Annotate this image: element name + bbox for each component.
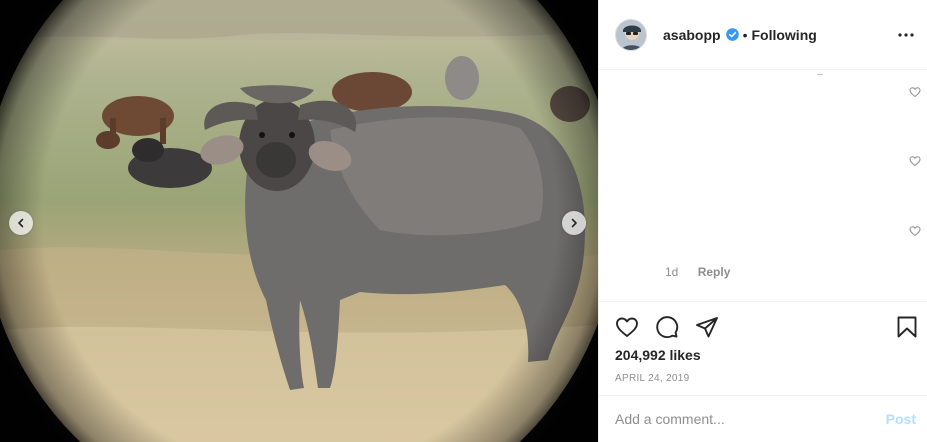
share-button[interactable] (694, 314, 720, 340)
comment-like-icon[interactable] (909, 155, 921, 167)
post-media[interactable] (0, 0, 598, 442)
save-button[interactable] (894, 314, 920, 340)
post-date[interactable]: APRIL 24, 2019 (615, 373, 689, 384)
comment-icon (656, 316, 679, 339)
verified-badge-icon (725, 28, 739, 41)
profile-photo (616, 19, 646, 50)
more-horizontal-icon (898, 33, 914, 37)
comment-like-icon[interactable] (909, 225, 921, 237)
post-comment-button[interactable]: Post (886, 411, 916, 427)
share-icon (696, 317, 718, 338)
avatar[interactable] (615, 18, 647, 51)
comment-button[interactable] (654, 314, 680, 340)
like-button[interactable] (614, 314, 640, 340)
post-actions: 204,992 likes APRIL 24, 2019 (599, 301, 927, 394)
comments-list[interactable]: 1d Reply (599, 71, 927, 300)
chevron-right-icon (571, 218, 577, 228)
comment-meta: 1d Reply (665, 265, 730, 279)
comment-like-icon[interactable] (909, 86, 921, 98)
reply-button[interactable]: Reply (698, 265, 731, 279)
bookmark-icon (897, 316, 917, 338)
username-link[interactable]: asabopp (663, 27, 721, 43)
comment-time: 1d (665, 265, 679, 279)
separator-dot: • (742, 26, 748, 43)
scroll-mark (817, 74, 823, 75)
post-header: asabopp • Following (599, 0, 927, 70)
carousel-prev-button[interactable] (9, 211, 33, 235)
post-photo (0, 0, 598, 442)
post-side-panel: asabopp • Following 1d Reply 204,992 lik… (598, 0, 927, 442)
chevron-left-icon (18, 218, 24, 228)
comment-input[interactable] (615, 411, 886, 427)
add-comment-form: Post (599, 395, 927, 442)
like-count[interactable]: 204,992 likes (615, 347, 701, 363)
following-button[interactable]: Following (751, 27, 816, 43)
carousel-next-button[interactable] (562, 211, 586, 235)
more-options-button[interactable] (896, 25, 916, 45)
heart-icon (616, 317, 638, 337)
